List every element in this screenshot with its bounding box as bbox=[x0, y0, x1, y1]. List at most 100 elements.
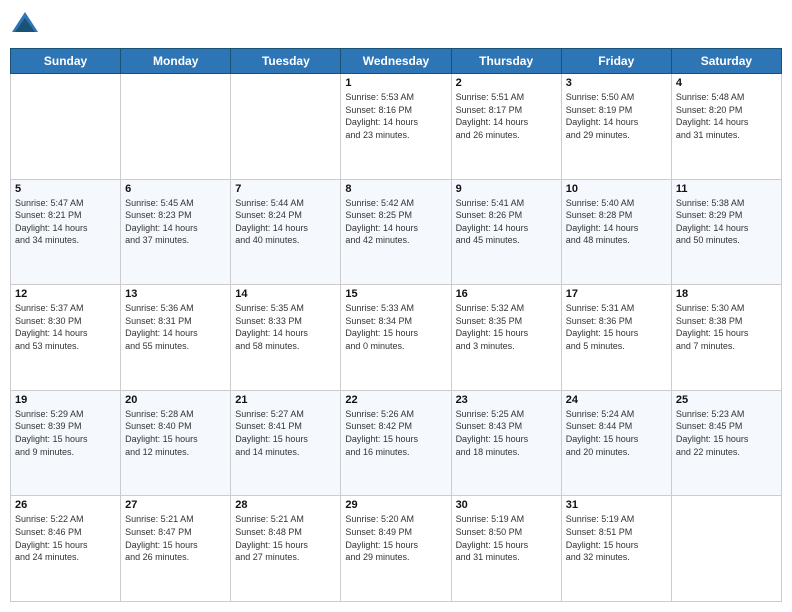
day-info: Sunrise: 5:33 AM Sunset: 8:34 PM Dayligh… bbox=[345, 302, 446, 352]
calendar-day-25: 25 Sunrise: 5:23 AM Sunset: 8:45 PM Dayli… bbox=[671, 390, 781, 496]
day-number: 3 bbox=[566, 77, 667, 89]
day-info: Sunrise: 5:41 AM Sunset: 8:26 PM Dayligh… bbox=[456, 197, 557, 247]
header bbox=[10, 10, 782, 40]
calendar-day-8: 8Sunrise: 5:42 AM Sunset: 8:25 PM Daylig… bbox=[341, 179, 451, 285]
day-info: Sunrise: 5:21 AM Sunset: 8:47 PM Dayligh… bbox=[125, 513, 226, 563]
calendar-week-row: 26 Sunrise: 5:22 AM Sunset: 8:46 PM Dayli… bbox=[11, 496, 782, 602]
day-number: 20 bbox=[125, 394, 226, 406]
weekday-header-saturday: Saturday bbox=[671, 49, 781, 74]
calendar-day-1: 1 Sunrise: 5:53 AM Sunset: 8:16 PM Daylig… bbox=[341, 74, 451, 180]
day-info: Sunrise: 5:30 AM Sunset: 8:38 PM Dayligh… bbox=[676, 302, 777, 352]
day-number: 28 bbox=[235, 499, 336, 511]
calendar-day-29: 29 Sunrise: 5:20 AM Sunset: 8:49 PM Dayli… bbox=[341, 496, 451, 602]
calendar-day-empty bbox=[11, 74, 121, 180]
day-number: 12 bbox=[15, 288, 116, 300]
day-number: 15 bbox=[345, 288, 446, 300]
calendar-day-23: 23 Sunrise: 5:25 AM Sunset: 8:43 PM Dayli… bbox=[451, 390, 561, 496]
calendar-week-row: 1 Sunrise: 5:53 AM Sunset: 8:16 PM Daylig… bbox=[11, 74, 782, 180]
calendar-week-row: 12 Sunrise: 5:37 AM Sunset: 8:30 PM Dayli… bbox=[11, 285, 782, 391]
calendar-week-row: 5 Sunrise: 5:47 AM Sunset: 8:21 PM Daylig… bbox=[11, 179, 782, 285]
day-info: Sunrise: 5:26 AM Sunset: 8:42 PM Dayligh… bbox=[345, 408, 446, 458]
day-info: Sunrise: 5:27 AM Sunset: 8:41 PM Dayligh… bbox=[235, 408, 336, 458]
calendar-day-31: 31Sunrise: 5:19 AM Sunset: 8:51 PM Dayli… bbox=[561, 496, 671, 602]
weekday-header-wednesday: Wednesday bbox=[341, 49, 451, 74]
day-info: Sunrise: 5:35 AM Sunset: 8:33 PM Dayligh… bbox=[235, 302, 336, 352]
weekday-header-sunday: Sunday bbox=[11, 49, 121, 74]
day-info: Sunrise: 5:36 AM Sunset: 8:31 PM Dayligh… bbox=[125, 302, 226, 352]
calendar-day-30: 30Sunrise: 5:19 AM Sunset: 8:50 PM Dayli… bbox=[451, 496, 561, 602]
calendar-day-11: 11 Sunrise: 5:38 AM Sunset: 8:29 PM Dayli… bbox=[671, 179, 781, 285]
day-number: 25 bbox=[676, 394, 777, 406]
day-number: 26 bbox=[15, 499, 116, 511]
weekday-header-friday: Friday bbox=[561, 49, 671, 74]
day-number: 1 bbox=[345, 77, 446, 89]
day-number: 2 bbox=[456, 77, 557, 89]
calendar-day-19: 19Sunrise: 5:29 AM Sunset: 8:39 PM Dayli… bbox=[11, 390, 121, 496]
day-info: Sunrise: 5:40 AM Sunset: 8:28 PM Dayligh… bbox=[566, 197, 667, 247]
day-number: 19 bbox=[15, 394, 116, 406]
day-number: 5 bbox=[15, 183, 116, 195]
weekday-header-tuesday: Tuesday bbox=[231, 49, 341, 74]
calendar-day-7: 7Sunrise: 5:44 AM Sunset: 8:24 PM Daylig… bbox=[231, 179, 341, 285]
calendar-day-24: 24Sunrise: 5:24 AM Sunset: 8:44 PM Dayli… bbox=[561, 390, 671, 496]
day-info: Sunrise: 5:28 AM Sunset: 8:40 PM Dayligh… bbox=[125, 408, 226, 458]
weekday-header-thursday: Thursday bbox=[451, 49, 561, 74]
day-number: 22 bbox=[345, 394, 446, 406]
day-number: 23 bbox=[456, 394, 557, 406]
calendar-day-16: 16Sunrise: 5:32 AM Sunset: 8:35 PM Dayli… bbox=[451, 285, 561, 391]
calendar-day-empty bbox=[121, 74, 231, 180]
day-info: Sunrise: 5:38 AM Sunset: 8:29 PM Dayligh… bbox=[676, 197, 777, 247]
calendar-day-empty bbox=[671, 496, 781, 602]
day-info: Sunrise: 5:44 AM Sunset: 8:24 PM Dayligh… bbox=[235, 197, 336, 247]
calendar-day-26: 26 Sunrise: 5:22 AM Sunset: 8:46 PM Dayli… bbox=[11, 496, 121, 602]
calendar-day-18: 18 Sunrise: 5:30 AM Sunset: 8:38 PM Dayli… bbox=[671, 285, 781, 391]
day-info: Sunrise: 5:24 AM Sunset: 8:44 PM Dayligh… bbox=[566, 408, 667, 458]
logo bbox=[10, 10, 44, 40]
calendar-day-9: 9 Sunrise: 5:41 AM Sunset: 8:26 PM Daylig… bbox=[451, 179, 561, 285]
day-info: Sunrise: 5:31 AM Sunset: 8:36 PM Dayligh… bbox=[566, 302, 667, 352]
calendar-day-22: 22 Sunrise: 5:26 AM Sunset: 8:42 PM Dayli… bbox=[341, 390, 451, 496]
day-number: 18 bbox=[676, 288, 777, 300]
day-number: 17 bbox=[566, 288, 667, 300]
calendar-day-empty bbox=[231, 74, 341, 180]
calendar-day-10: 10 Sunrise: 5:40 AM Sunset: 8:28 PM Dayli… bbox=[561, 179, 671, 285]
day-info: Sunrise: 5:25 AM Sunset: 8:43 PM Dayligh… bbox=[456, 408, 557, 458]
weekday-header-monday: Monday bbox=[121, 49, 231, 74]
day-number: 29 bbox=[345, 499, 446, 511]
day-number: 11 bbox=[676, 183, 777, 195]
day-info: Sunrise: 5:23 AM Sunset: 8:45 PM Dayligh… bbox=[676, 408, 777, 458]
weekday-header-row: SundayMondayTuesdayWednesdayThursdayFrid… bbox=[11, 49, 782, 74]
calendar-week-row: 19Sunrise: 5:29 AM Sunset: 8:39 PM Dayli… bbox=[11, 390, 782, 496]
calendar-day-20: 20 Sunrise: 5:28 AM Sunset: 8:40 PM Dayli… bbox=[121, 390, 231, 496]
day-info: Sunrise: 5:47 AM Sunset: 8:21 PM Dayligh… bbox=[15, 197, 116, 247]
calendar-day-6: 6Sunrise: 5:45 AM Sunset: 8:23 PM Daylig… bbox=[121, 179, 231, 285]
calendar-table: SundayMondayTuesdayWednesdayThursdayFrid… bbox=[10, 48, 782, 602]
calendar-day-2: 2 Sunrise: 5:51 AM Sunset: 8:17 PM Daylig… bbox=[451, 74, 561, 180]
day-info: Sunrise: 5:19 AM Sunset: 8:50 PM Dayligh… bbox=[456, 513, 557, 563]
calendar-day-14: 14Sunrise: 5:35 AM Sunset: 8:33 PM Dayli… bbox=[231, 285, 341, 391]
calendar-day-15: 15 Sunrise: 5:33 AM Sunset: 8:34 PM Dayli… bbox=[341, 285, 451, 391]
day-info: Sunrise: 5:19 AM Sunset: 8:51 PM Dayligh… bbox=[566, 513, 667, 563]
day-number: 16 bbox=[456, 288, 557, 300]
calendar-day-21: 21Sunrise: 5:27 AM Sunset: 8:41 PM Dayli… bbox=[231, 390, 341, 496]
day-number: 13 bbox=[125, 288, 226, 300]
day-info: Sunrise: 5:48 AM Sunset: 8:20 PM Dayligh… bbox=[676, 91, 777, 141]
calendar-day-3: 3 Sunrise: 5:50 AM Sunset: 8:19 PM Daylig… bbox=[561, 74, 671, 180]
day-info: Sunrise: 5:51 AM Sunset: 8:17 PM Dayligh… bbox=[456, 91, 557, 141]
day-info: Sunrise: 5:37 AM Sunset: 8:30 PM Dayligh… bbox=[15, 302, 116, 352]
day-info: Sunrise: 5:21 AM Sunset: 8:48 PM Dayligh… bbox=[235, 513, 336, 563]
day-info: Sunrise: 5:50 AM Sunset: 8:19 PM Dayligh… bbox=[566, 91, 667, 141]
logo-icon bbox=[10, 10, 40, 40]
day-number: 6 bbox=[125, 183, 226, 195]
day-info: Sunrise: 5:53 AM Sunset: 8:16 PM Dayligh… bbox=[345, 91, 446, 141]
day-number: 4 bbox=[676, 77, 777, 89]
day-info: Sunrise: 5:42 AM Sunset: 8:25 PM Dayligh… bbox=[345, 197, 446, 247]
day-number: 9 bbox=[456, 183, 557, 195]
day-info: Sunrise: 5:20 AM Sunset: 8:49 PM Dayligh… bbox=[345, 513, 446, 563]
page: SundayMondayTuesdayWednesdayThursdayFrid… bbox=[0, 0, 792, 612]
calendar-day-17: 17 Sunrise: 5:31 AM Sunset: 8:36 PM Dayli… bbox=[561, 285, 671, 391]
day-info: Sunrise: 5:22 AM Sunset: 8:46 PM Dayligh… bbox=[15, 513, 116, 563]
calendar-day-28: 28 Sunrise: 5:21 AM Sunset: 8:48 PM Dayli… bbox=[231, 496, 341, 602]
day-number: 10 bbox=[566, 183, 667, 195]
calendar-day-27: 27Sunrise: 5:21 AM Sunset: 8:47 PM Dayli… bbox=[121, 496, 231, 602]
